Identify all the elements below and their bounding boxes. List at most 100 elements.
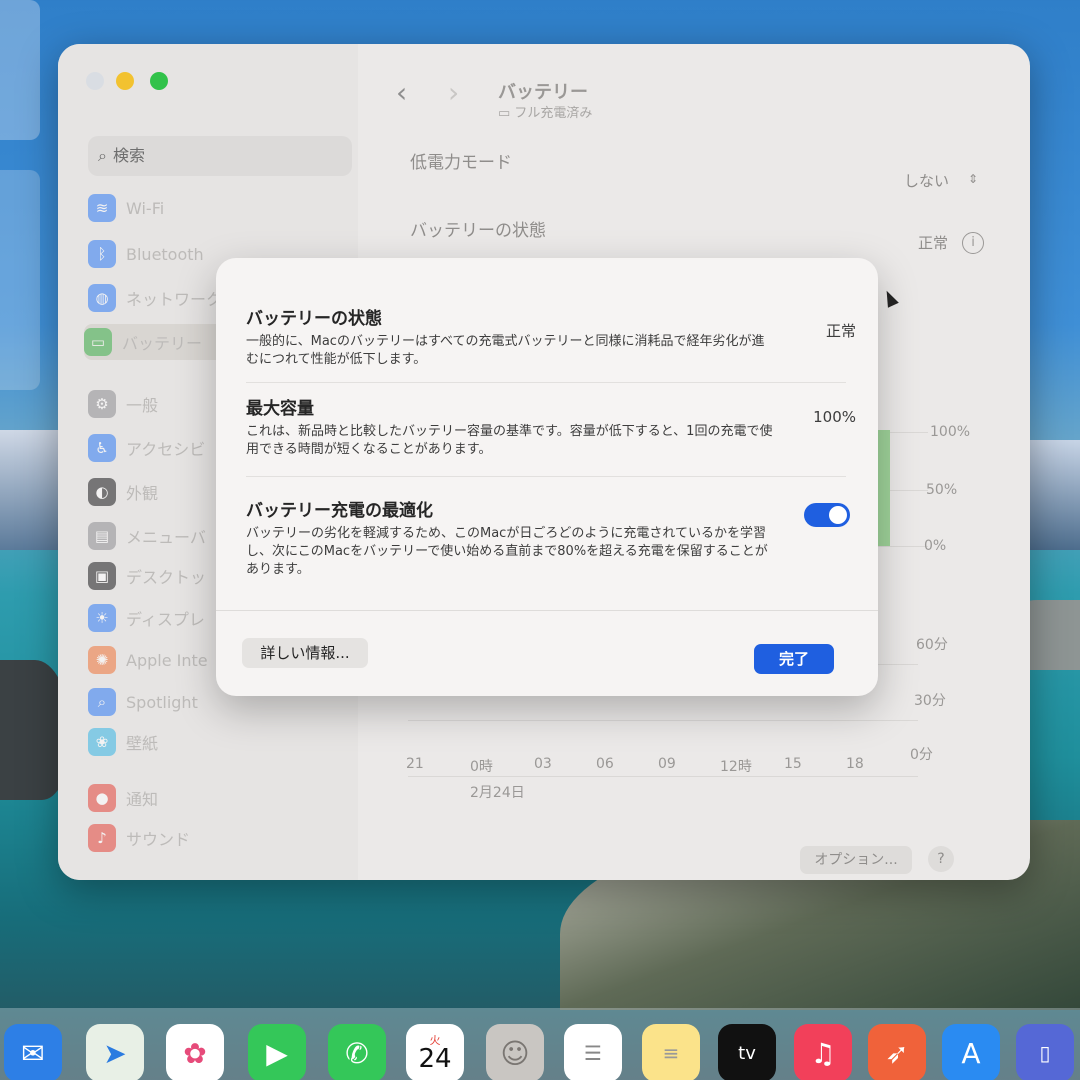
simulator-icon[interactable]: ▯ [1016, 1024, 1074, 1080]
close-button[interactable] [86, 72, 104, 90]
tv-label: tv [738, 1042, 756, 1064]
minimize-button[interactable] [116, 72, 134, 90]
x-tick: 12時 [720, 759, 752, 775]
app-store-icon[interactable]: A [942, 1024, 1000, 1080]
sidebar-item-label: Bluetooth [126, 244, 204, 264]
forward-chevron-icon[interactable]: › [448, 76, 459, 109]
chevron-updown-icon[interactable]: ⇕ [968, 172, 978, 186]
gear-icon: ⚙ [88, 390, 116, 418]
x-tick: 0時 [470, 759, 493, 775]
zoom-button[interactable] [150, 72, 168, 90]
battery-health-sheet: バッテリーの状態 一般的に、Macのバッテリーはすべての充電式バッテリーと同様に… [216, 258, 878, 696]
sidebar-item-label: メニューバ [126, 528, 206, 547]
y-tick-50: 50% [926, 482, 958, 498]
mail-icon[interactable]: ✉ [4, 1024, 62, 1080]
search-placeholder: 検索 [112, 146, 145, 165]
optimize-charging-toggle[interactable] [804, 503, 850, 527]
music-icon[interactable]: ♫ [794, 1024, 852, 1080]
sidebar-item-label: Spotlight [126, 692, 198, 712]
battery-state-value: 正常 [825, 322, 856, 340]
sidebar-item-label: 一般 [126, 396, 159, 415]
x-tick: 18 [846, 756, 864, 772]
max-capacity-desc: これは、新品時と比較したバッテリー容量の基準です。容量が低下すると、1回の充電で… [246, 424, 773, 457]
low-power-label: 低電力モード [410, 153, 512, 173]
apple-tv-icon[interactable]: tv [718, 1024, 776, 1080]
battery-state-desc: 一般的に、Macのバッテリーはすべての充電式バッテリーと同様に消耗品で経年劣化が… [246, 334, 765, 367]
calendar-day: 24 [418, 1043, 452, 1074]
divider [246, 476, 846, 477]
sidebar-item-notifications[interactable]: ● 通知 [88, 780, 348, 816]
battery-state-title: バッテリーの状態 [246, 309, 382, 329]
sound-icon: ♪ [88, 824, 116, 852]
back-chevron-icon[interactable]: ‹ [396, 76, 407, 109]
page-title: バッテリー [498, 82, 588, 103]
sidebar-item-label: デスクトッ [126, 568, 207, 587]
sidebar-item-label: アクセシビ [126, 440, 206, 459]
facetime-icon[interactable]: ▶ [248, 1024, 306, 1080]
background-window [0, 170, 40, 390]
options-button[interactable]: オプション... [800, 846, 912, 874]
calendar-icon[interactable]: 火 24 [406, 1024, 464, 1080]
wallpaper-icon: ❀ [88, 728, 116, 756]
sidebar-item-label: バッテリー [122, 334, 203, 353]
bluetooth-icon: ᛒ [88, 240, 116, 268]
x-tick: 21 [406, 756, 424, 772]
menubar-icon: ▤ [88, 522, 116, 550]
grid-line [408, 720, 918, 721]
optimize-charging-title: バッテリー充電の最適化 [246, 501, 433, 521]
help-button[interactable]: ? [928, 846, 954, 872]
sidebar-item-label: ネットワーク [126, 290, 223, 309]
search-icon: ⌕ [98, 146, 107, 165]
toggle-knob [829, 506, 847, 524]
apple-intelligence-icon: ✺ [88, 646, 116, 674]
divider [246, 382, 846, 383]
page-subtitle: ▭ フル充電済み [498, 102, 592, 121]
sidebar-item-sound[interactable]: ♪ サウンド [88, 820, 348, 856]
search-input[interactable]: ⌕ 検索 [88, 136, 352, 176]
reminders-icon[interactable]: ☰ [564, 1024, 622, 1080]
appearance-icon: ◐ [88, 478, 116, 506]
max-capacity-section: 最大容量 これは、新品時と比較したバッテリー容量の基準です。容量が低下すると、1… [246, 394, 846, 459]
battery-state-label: バッテリーの状態 [410, 221, 546, 241]
sidebar-item-label: Apple Inte [126, 650, 208, 670]
photos-icon[interactable]: ✿ [166, 1024, 224, 1080]
phone-icon[interactable]: ✆ [328, 1024, 386, 1080]
done-button[interactable]: 完了 [754, 644, 834, 674]
globe-icon: ◍ [88, 284, 116, 312]
optimize-charging-desc: バッテリーの劣化を軽減するため、このMacが日ごろどのように充電されているかを学… [246, 526, 768, 577]
sidebar-item-label: 通知 [126, 790, 159, 809]
y-tick-100: 100% [930, 424, 971, 440]
battery-icon: ▭ [84, 328, 112, 356]
notes-icon[interactable]: ≡ [642, 1024, 700, 1080]
sidebar-item-label: 外観 [126, 484, 159, 503]
optimize-charging-section: バッテリー充電の最適化 バッテリーの劣化を軽減するため、このMacが日ごろどのよ… [246, 496, 846, 579]
battery-state-section: バッテリーの状態 一般的に、Macのバッテリーはすべての充電式バッテリーと同様に… [246, 304, 846, 369]
accessibility-icon: ♿ [88, 434, 116, 462]
sidebar-item-label: サウンド [126, 830, 191, 849]
date-label: 2月24日 [470, 785, 525, 801]
x-tick: 03 [534, 756, 552, 772]
notification-icon: ● [88, 784, 116, 812]
more-info-button[interactable]: 詳しい情報... [242, 638, 368, 668]
contacts-icon[interactable]: ☺ [486, 1024, 544, 1080]
sidebar-item-label: ディスプレ [126, 610, 205, 629]
battery-state-value: 正常 [918, 234, 949, 252]
low-power-select[interactable]: しない [904, 170, 949, 191]
x-tick: 06 [596, 756, 614, 772]
sidebar-item-label: 壁紙 [126, 734, 159, 753]
wifi-icon: ≋ [88, 194, 116, 222]
y-tick-0min: 0分 [910, 747, 933, 763]
sidebar-item-wallpaper[interactable]: ❀ 壁紙 [88, 724, 348, 760]
spotlight-icon: ⌕ [88, 688, 116, 716]
x-tick: 15 [784, 756, 802, 772]
display-icon: ☀ [88, 604, 116, 632]
footer-divider [216, 610, 878, 611]
max-capacity-title: 最大容量 [246, 399, 314, 419]
rocket-icon[interactable]: ➶ [868, 1024, 926, 1080]
maps-icon[interactable]: ➤ [86, 1024, 144, 1080]
info-icon[interactable]: i [962, 232, 984, 254]
x-tick: 09 [658, 756, 676, 772]
sidebar-item-wifi[interactable]: ≋ Wi-Fi [88, 190, 348, 226]
y-tick-60min: 60分 [916, 637, 948, 653]
desktop-icon: ▣ [88, 562, 116, 590]
